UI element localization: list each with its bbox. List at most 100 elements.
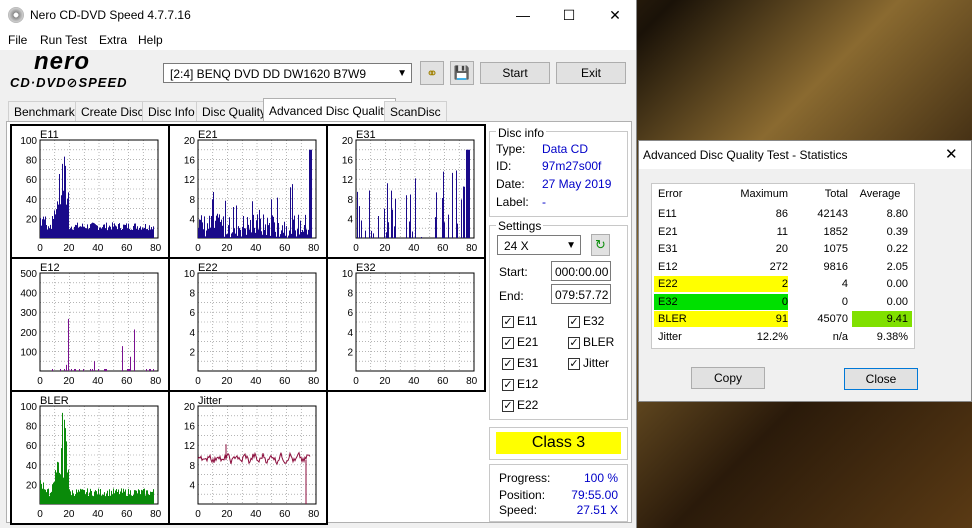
- x-tick-label: 20: [379, 243, 391, 254]
- menu-extra[interactable]: Extra: [99, 33, 127, 47]
- end-label: End:: [499, 289, 524, 303]
- tab-benchmark[interactable]: Benchmark: [8, 101, 81, 121]
- table-cell: 9.38%: [876, 330, 908, 343]
- check-icon: ✓: [502, 400, 514, 412]
- close-window-button[interactable]: ✕: [592, 0, 638, 30]
- charts-area: E11 100 80 60 40 20 0 20 40 60 80 E21 20 16 12 8 4 0 20 40 6…: [10, 124, 486, 525]
- table-cell: 8.80: [886, 208, 908, 220]
- check-icon: ✓: [502, 337, 514, 349]
- chart-title: BLER: [40, 395, 69, 407]
- id-label: ID:: [496, 159, 512, 173]
- x-tick-label: 0: [353, 243, 359, 254]
- x-tick-label: 0: [37, 243, 43, 254]
- table-cell: E21: [658, 225, 678, 238]
- x-tick-label: 40: [408, 376, 420, 387]
- x-tick-label: 40: [250, 376, 262, 387]
- x-tick-label: 40: [92, 509, 104, 520]
- chart-e22: E22 10 8 6 4 2 0 20 40 60 80: [168, 257, 328, 392]
- table-cell: Jitter: [658, 330, 682, 343]
- x-tick-label: 0: [37, 509, 43, 520]
- checkbox-label: Jitter: [583, 356, 610, 370]
- chart-e11: E11 100 80 60 40 20 0 20 40 60 80: [10, 124, 170, 259]
- start-time-input[interactable]: 000:00.00: [551, 261, 611, 281]
- start-label: Start:: [499, 265, 528, 279]
- column-header: Total: [824, 188, 848, 200]
- progress-value: 100 %: [583, 471, 618, 485]
- tab-disc-info[interactable]: Disc Info: [142, 101, 201, 121]
- x-tick-label: 20: [221, 509, 233, 520]
- table-row: E32 0 0 0.00: [652, 293, 914, 310]
- chart-svg: E12500 400 300 200 100 0 20 40 60 80: [20, 262, 161, 387]
- menu-help[interactable]: Help: [138, 33, 163, 47]
- tab-disc-quality[interactable]: Disc Quality: [196, 101, 273, 121]
- id-value: 97m27s00f: [542, 159, 602, 173]
- tab-scandisc[interactable]: ScanDisc: [384, 101, 447, 121]
- checkbox-label: E22: [517, 398, 539, 412]
- y-tick-label: 20: [26, 214, 38, 225]
- title-bar: Nero CD-DVD Speed 4.7.7.16 — ☐ ✕: [0, 0, 636, 30]
- y-tick-label: 20: [342, 136, 354, 147]
- chain-icon: ⚭: [426, 65, 438, 81]
- end-time-input[interactable]: 079:57.72: [551, 284, 611, 304]
- type-value: Data CD: [542, 142, 589, 156]
- close-button[interactable]: Close: [844, 368, 918, 390]
- y-tick-label: 12: [184, 175, 196, 186]
- table-cell: 11: [776, 225, 788, 238]
- menu-run-test[interactable]: Run Test: [40, 33, 87, 47]
- main-window: Nero CD-DVD Speed 4.7.7.16 — ☐ ✕ File Ru…: [0, 0, 637, 528]
- y-tick-label: 12: [342, 175, 354, 186]
- label-value: -: [542, 195, 546, 209]
- speed-select[interactable]: 24 X ▼: [497, 235, 581, 255]
- drive-select-value: [2:4] BENQ DVD DD DW1620 B7W9: [170, 67, 367, 81]
- y-tick-label: 10: [342, 269, 354, 280]
- y-tick-label: 60: [26, 175, 38, 186]
- checkbox-label: E21: [517, 335, 539, 349]
- menu-file[interactable]: File: [8, 33, 27, 47]
- logo-cd-dvd-speed: CD·DVD⊘SPEED: [10, 75, 128, 90]
- chart-svg: E321086420 20 40 60 80: [342, 262, 478, 387]
- column-header: Error: [658, 188, 683, 200]
- chart-series: [40, 412, 154, 504]
- y-tick-label: 80: [26, 422, 38, 433]
- y-tick-label: 8: [347, 289, 353, 300]
- drive-select[interactable]: [2:4] BENQ DVD DD DW1620 B7W9 ▼: [163, 63, 412, 83]
- tab-create-disc[interactable]: Create Disc: [75, 101, 150, 121]
- x-tick-label: 40: [92, 243, 104, 254]
- y-tick-label: 200: [20, 328, 37, 339]
- save-button[interactable]: 💾: [450, 61, 474, 85]
- y-tick-label: 4: [347, 214, 353, 225]
- table-cell: 1852: [823, 225, 848, 238]
- x-tick-label: 20: [63, 509, 75, 520]
- table-cell: E22: [658, 278, 678, 290]
- drive-info-button[interactable]: ⚭: [420, 61, 444, 85]
- chart-title: Jitter: [198, 395, 222, 407]
- y-tick-label: 100: [20, 136, 37, 147]
- refresh-speed-button[interactable]: ↻: [591, 234, 610, 256]
- minimize-button[interactable]: —: [500, 0, 546, 30]
- label-label: Label:: [496, 195, 529, 209]
- maximize-button[interactable]: ☐: [546, 0, 592, 30]
- table-cell: 2: [781, 278, 788, 290]
- close-icon[interactable]: ✕: [945, 145, 958, 163]
- stats-table: Error Maximum Total Average E11 86 42143 8.80 E2…: [651, 183, 915, 349]
- floppy-icon: 💾: [453, 65, 471, 80]
- checkbox-label: E32: [583, 314, 605, 328]
- exit-button[interactable]: Exit: [556, 62, 626, 84]
- x-tick-label: 20: [63, 376, 75, 387]
- x-tick-label: 60: [121, 243, 133, 254]
- x-tick-label: 20: [379, 376, 391, 387]
- chart-e12: E12 500 400 300 200 100 0 20 40 60 80: [10, 257, 170, 392]
- copy-button[interactable]: Copy: [691, 367, 765, 389]
- y-tick-label: 60: [26, 441, 38, 452]
- table-cell: 45070: [817, 313, 848, 325]
- start-button[interactable]: Start: [480, 62, 550, 84]
- position-value: 79:55.00: [571, 488, 618, 502]
- table-cell: 0.22: [886, 243, 908, 255]
- table-cell: E32: [658, 295, 678, 308]
- tab-advanced-disc-quality[interactable]: Advanced Disc Quality: [263, 98, 396, 122]
- y-tick-label: 2: [347, 347, 353, 358]
- checkbox-label: E31: [517, 356, 539, 370]
- y-tick-label: 500: [20, 269, 37, 280]
- x-tick-label: 60: [279, 509, 291, 520]
- chart-e31: E31 20 16 12 8 4 0 20 40 60 80: [326, 124, 486, 259]
